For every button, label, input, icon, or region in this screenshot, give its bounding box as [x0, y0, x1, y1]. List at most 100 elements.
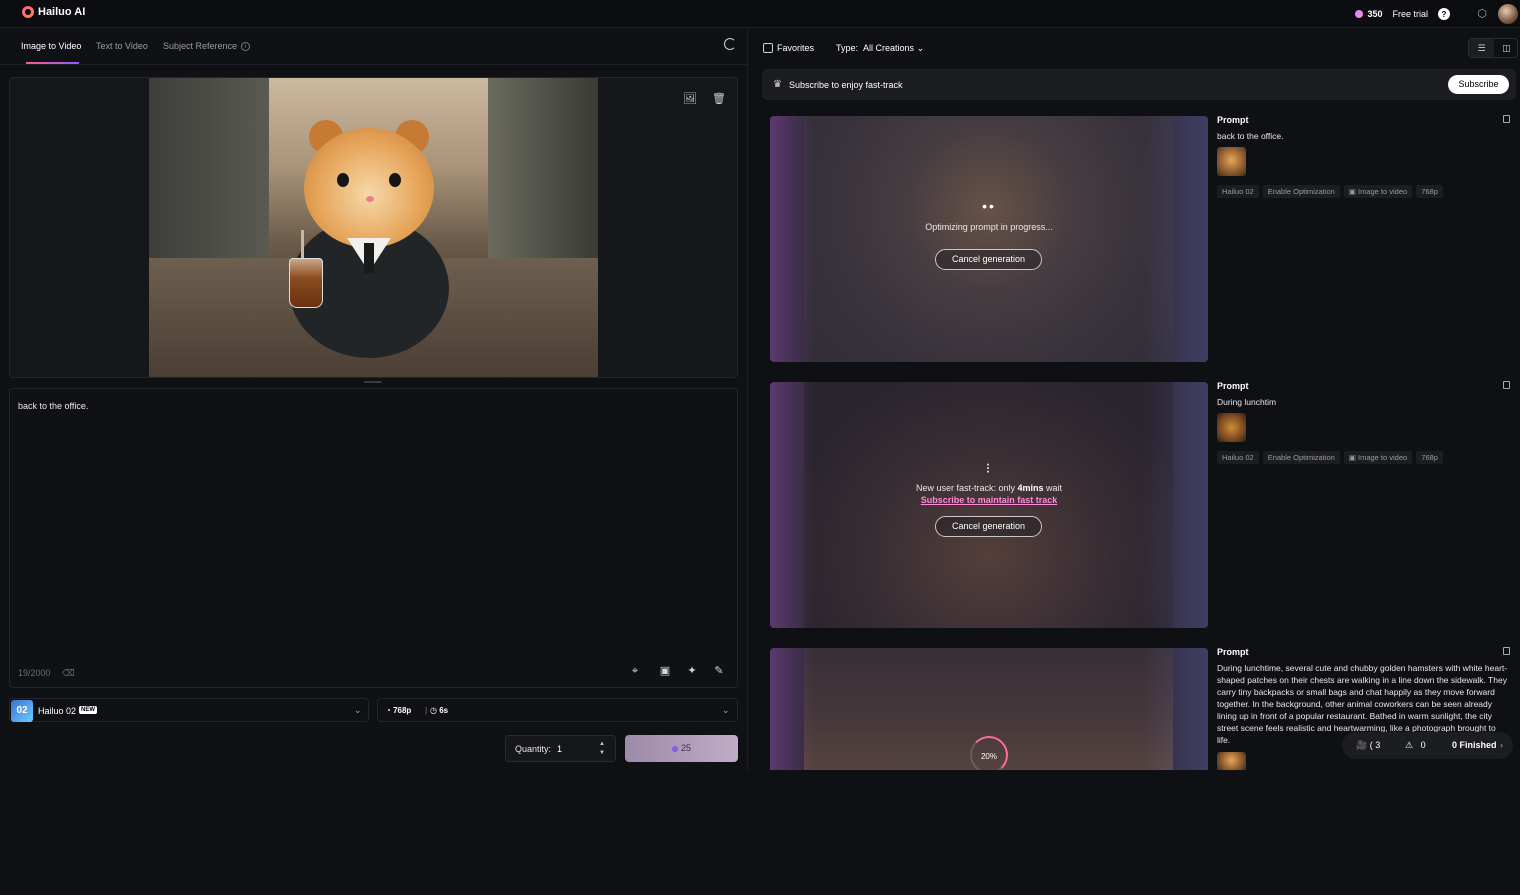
quantity-stepper[interactable]: Quantity: 1 ▲ ▼	[505, 735, 616, 762]
tab-subject-reference[interactable]: Subject Reference i	[163, 41, 251, 52]
generation-status: Optimizing prompt in progress...	[925, 222, 1053, 232]
chevron-right-icon[interactable]: ›	[1500, 740, 1503, 750]
subscribe-banner: ♛ Subscribe to enjoy fast-track Subscrib…	[762, 69, 1516, 100]
creation-tags: Hailuo 02 Enable Optimization ▣ Image to…	[1217, 185, 1443, 198]
creation-info: Prompt During lunchtime, several cute an…	[1216, 647, 1516, 895]
source-thumbnail[interactable]	[1217, 413, 1246, 442]
cube-icon[interactable]: ⬡	[1476, 8, 1488, 20]
copy-icon[interactable]	[1503, 647, 1510, 655]
credits-gem-icon	[1355, 10, 1364, 18]
cancel-generation-button[interactable]: Cancel generation	[935, 249, 1042, 270]
tag-optimization: Enable Optimization	[1262, 451, 1340, 464]
status-suffix: wait	[1043, 483, 1063, 493]
chevron-down-icon: ⌄	[722, 705, 730, 715]
camera-movement-icon[interactable]: ▣	[658, 664, 672, 678]
credits-gem-icon	[671, 745, 678, 752]
status-prefix: New user fast-track: only	[915, 483, 1018, 493]
prompt-panel[interactable]: back to the office. 19/2000 ⌫ ⌖ ▣ ✦ ✎	[9, 388, 738, 688]
subscribe-fast-track-link[interactable]: Subscribe to maintain fast track	[770, 495, 1208, 505]
refresh-icon[interactable]	[724, 38, 736, 50]
queued-value: 3	[1375, 740, 1381, 750]
logo-text: Hailuo AI	[38, 6, 86, 18]
copy-icon[interactable]	[1503, 115, 1510, 123]
image-upload-icon[interactable]: 🖼	[683, 92, 697, 106]
prompt-title: Prompt	[1217, 115, 1249, 125]
queued-count[interactable]: 🎥 ( 3	[1356, 740, 1380, 751]
iced-coffee-cup	[289, 258, 323, 308]
crown-icon: ♛	[773, 79, 782, 90]
settings-divider: |	[425, 706, 428, 715]
split-view-icon[interactable]: ◫	[1494, 39, 1519, 57]
info-icon[interactable]: i	[241, 42, 251, 52]
free-trial-button[interactable]: Free trial	[1392, 9, 1428, 19]
tag-mode-label: Image to video	[1358, 453, 1408, 462]
source-thumbnail[interactable]	[1217, 147, 1246, 176]
top-bar: Hailuo AI 350 Free trial ? ⬡	[0, 0, 1520, 28]
mode-tabs: Image to Video Text to Video Subject Ref…	[0, 28, 748, 65]
duration-setting: ◷ 6s	[430, 706, 449, 715]
tag-mode: ▣ Image to video	[1343, 451, 1413, 464]
location-pin-icon[interactable]: ⌖	[628, 664, 642, 678]
creation-tags: Hailuo 02 Enable Optimization ▣ Image to…	[1217, 451, 1443, 464]
creation-card: 20% Prompt During lunchtime, several cut…	[770, 647, 1516, 895]
quantity-value[interactable]: 1	[557, 744, 562, 754]
chevron-down-icon: ⌄	[354, 705, 362, 715]
model-selector[interactable]: 02 Hailuo 02 NEW ⌄	[9, 698, 369, 722]
tag-optimization: Enable Optimization	[1262, 185, 1340, 198]
prompt-text: During lunchtim	[1217, 397, 1277, 407]
queue-status-pill[interactable]: 🎥 ( 3 ⚠ 0 0 Finished ›	[1342, 732, 1513, 759]
list-view-icon[interactable]: ☰	[1469, 39, 1494, 57]
resolution-setting: ◔ 768p	[386, 706, 412, 715]
image-building-left	[149, 78, 269, 268]
trash-icon[interactable]: 🗑	[712, 92, 726, 106]
prompt-title: Prompt	[1217, 381, 1249, 391]
new-badge: NEW	[79, 706, 97, 714]
generate-button[interactable]: 25	[625, 735, 738, 762]
char-count: 19/2000	[18, 668, 51, 678]
type-value: All Creations	[863, 43, 915, 53]
tab-image-to-video[interactable]: Image to Video	[21, 41, 81, 51]
active-tab-indicator	[26, 62, 79, 64]
creations-panel: Favorites Type: All Creations ⌄ ☰ ◫ ♛ Su…	[749, 28, 1520, 770]
preview-overlay	[770, 116, 1208, 362]
stepper-arrows-icon[interactable]: ▲ ▼	[599, 740, 605, 758]
help-icon[interactable]: ?	[1438, 8, 1450, 20]
subscribe-button[interactable]: Subscribe	[1448, 75, 1509, 94]
cancel-generation-button[interactable]: Cancel generation	[935, 516, 1042, 537]
wait-time: 4mins	[1017, 483, 1044, 493]
magic-wand-icon[interactable]: ✦	[685, 664, 699, 678]
duration-value: 6s	[439, 706, 449, 715]
creation-preview[interactable]: ⁝ New user fast-track: only 4mins wait S…	[770, 382, 1208, 628]
left-panel: Image to Video Text to Video Subject Ref…	[0, 28, 748, 770]
prompt-title: Prompt	[1217, 647, 1249, 657]
creation-preview[interactable]: 20%	[770, 648, 1208, 770]
quantity-label: Quantity:	[515, 744, 552, 754]
logo[interactable]: Hailuo AI	[22, 6, 85, 18]
model-name: Hailuo 02	[38, 706, 77, 716]
view-toggle: ☰ ◫	[1468, 38, 1518, 58]
creations-header: Favorites Type: All Creations ⌄ ☰ ◫	[749, 28, 1520, 68]
creation-info: Prompt back to the office. Hailuo 02 Ena…	[1216, 115, 1516, 363]
source-thumbnail[interactable]	[1217, 752, 1246, 770]
credits-count: 350	[1367, 9, 1383, 19]
enhance-prompt-icon[interactable]: ✎	[712, 664, 726, 678]
prompt-textarea[interactable]: back to the office.	[18, 401, 88, 411]
finished-count[interactable]: 0 Finished	[1452, 740, 1497, 750]
hamster-eye	[337, 173, 349, 187]
video-settings-selector[interactable]: ◔ 768p | ◷ 6s ⌄	[377, 698, 738, 722]
user-avatar[interactable]	[1498, 4, 1518, 24]
cup-straw	[301, 230, 304, 260]
credits-display[interactable]: 350	[1355, 9, 1382, 19]
favorites-label[interactable]: Favorites	[777, 43, 814, 53]
type-filter[interactable]: Type: All Creations ⌄	[836, 43, 924, 54]
creation-preview[interactable]: •• Optimizing prompt in progress... Canc…	[770, 116, 1208, 362]
hamster-head	[304, 128, 434, 248]
tab-text-to-video[interactable]: Text to Video	[96, 41, 148, 51]
copy-icon[interactable]	[1503, 381, 1510, 389]
failed-count[interactable]: ⚠ 0	[1405, 740, 1426, 751]
eraser-icon[interactable]: ⌫	[62, 668, 75, 679]
tag-model: Hailuo 02	[1217, 185, 1259, 198]
resize-handle[interactable]	[364, 381, 382, 383]
generate-cost: 25	[680, 743, 691, 753]
favorites-checkbox[interactable]	[763, 43, 773, 53]
